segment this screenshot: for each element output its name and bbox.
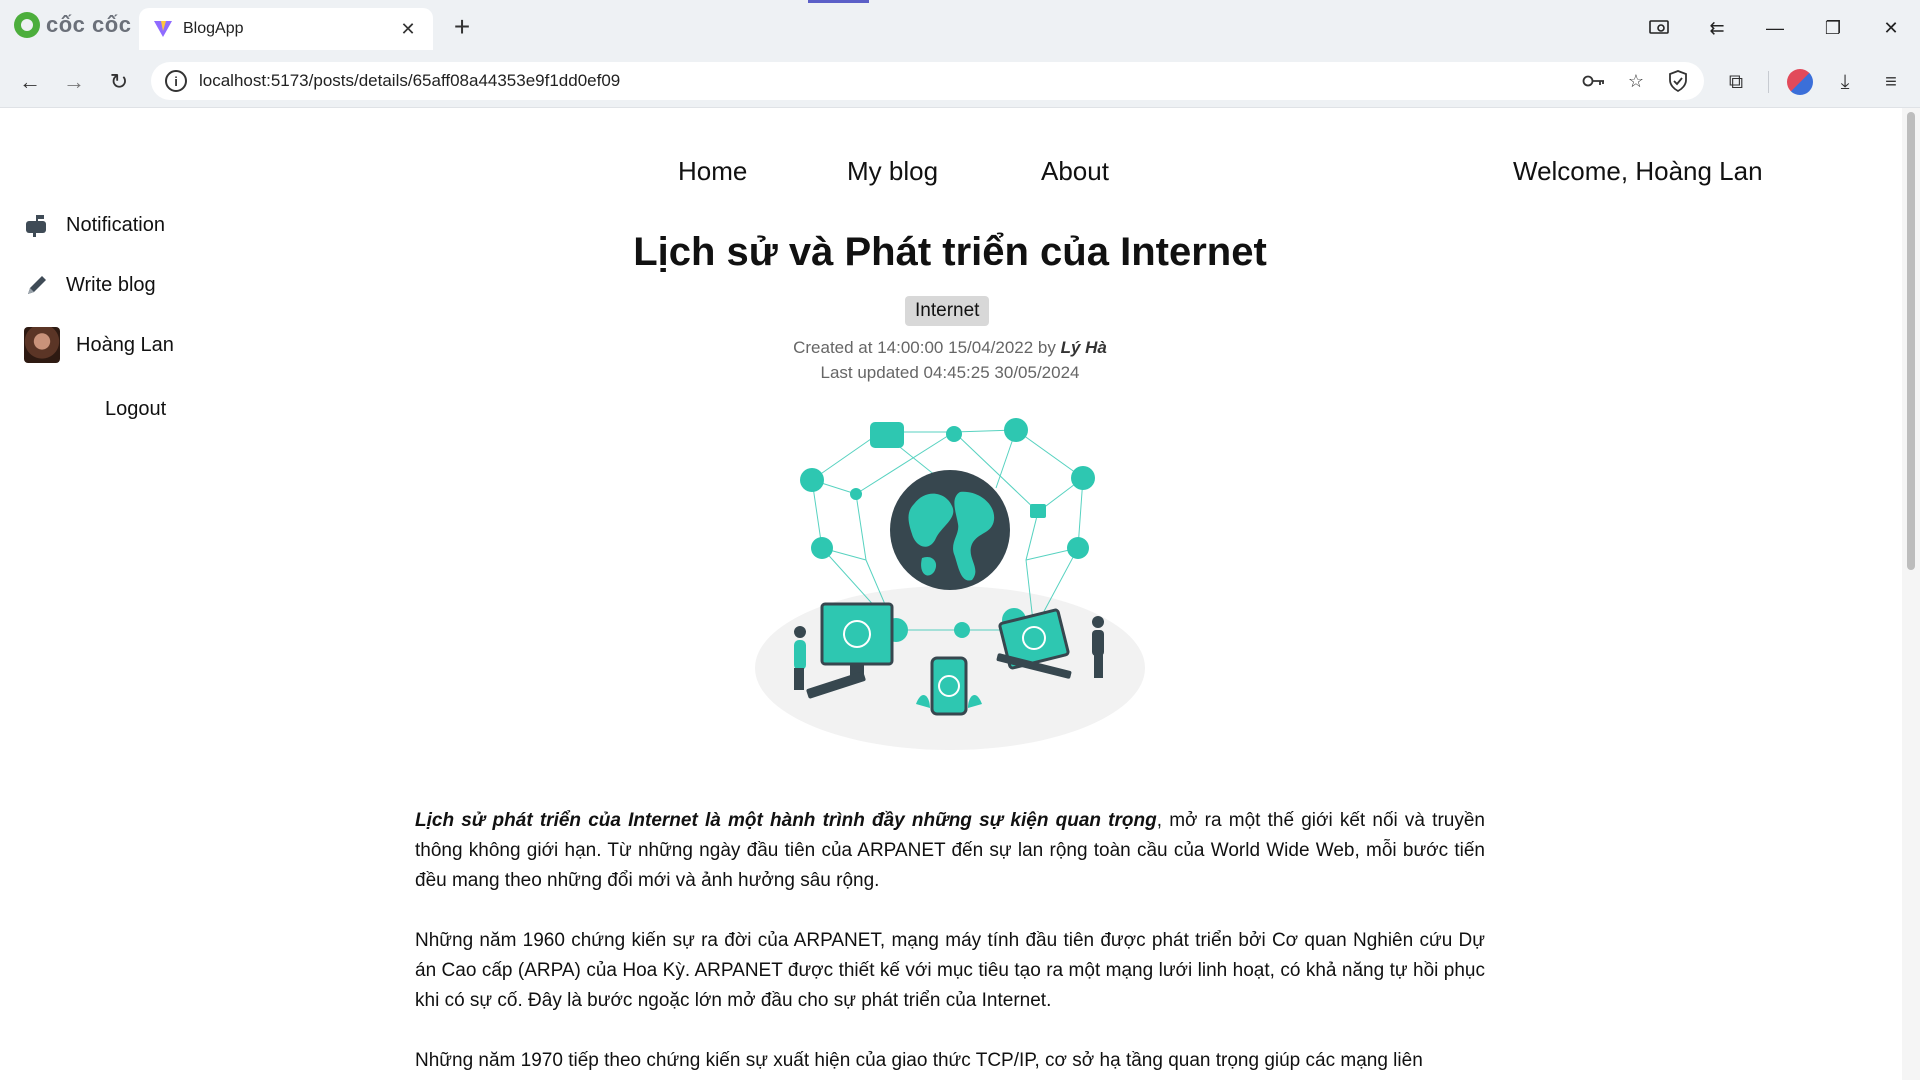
internet-globe-illustration <box>755 418 1145 750</box>
browser-brand[interactable]: cốc cốc <box>14 12 131 38</box>
new-tab-button[interactable]: + <box>448 12 476 42</box>
lead-text: Lịch sử phát triển của Internet là một h… <box>415 810 1157 831</box>
tab-close-icon[interactable]: ✕ <box>397 19 419 40</box>
nav-about[interactable]: About <box>1041 156 1109 187</box>
brand-name: cốc cốc <box>46 12 132 37</box>
back-arrow-icon[interactable]: ← <box>14 66 46 98</box>
browser-toolbar: ← → ↻ i localhost:5173/posts/details/65a… <box>0 56 1920 108</box>
minimize-button[interactable]: — <box>1746 0 1804 56</box>
extensions-puzzle-icon[interactable]: ⧉ <box>1722 71 1750 94</box>
window-accent <box>808 0 869 3</box>
post-paragraph: Những năm 1960 chứng kiến sự ra đời của … <box>415 930 1485 1011</box>
post-updated-meta: Last updated 04:45:25 30/05/2024 <box>820 363 1080 382</box>
maximize-button[interactable]: ❐ <box>1804 0 1862 56</box>
vite-favicon-icon <box>154 21 172 37</box>
url-text[interactable]: localhost:5173/posts/details/65aff08a443… <box>199 71 1582 91</box>
tab-title: BlogApp <box>183 20 244 37</box>
post-tag[interactable]: Internet <box>905 296 990 326</box>
address-bar[interactable]: i localhost:5173/posts/details/65aff08a4… <box>151 62 1704 100</box>
author-name[interactable]: Lý Hà <box>1061 338 1107 357</box>
page-scrollbar[interactable] <box>1902 108 1920 1080</box>
browser-titlebar: cốc cốc BlogApp ✕ + ⇇ — ❐ ✕ <box>0 0 1920 56</box>
close-window-button[interactable]: ✕ <box>1862 0 1920 56</box>
nav-home[interactable]: Home <box>678 156 747 187</box>
coccoc-logo-icon <box>14 12 40 38</box>
toolbar-separator <box>1768 71 1769 93</box>
scrollbar-thumb[interactable] <box>1907 112 1915 570</box>
reload-icon[interactable]: ↻ <box>103 66 135 98</box>
profile-avatar[interactable] <box>1787 69 1813 95</box>
download-icon[interactable]: ⤓ <box>1831 71 1859 94</box>
pencil-icon <box>24 272 50 298</box>
post-paragraph: Lịch sử phát triển của Internet là một h… <box>415 806 1485 896</box>
welcome-text: Welcome, Hoàng Lan <box>1513 156 1763 186</box>
nav-my-blog[interactable]: My blog <box>847 156 938 187</box>
shield-icon[interactable] <box>1666 70 1690 92</box>
tab-blogapp[interactable]: BlogApp ✕ <box>139 8 433 50</box>
bookmark-star-icon[interactable]: ☆ <box>1624 71 1648 92</box>
menu-icon[interactable]: ≡ <box>1877 71 1905 94</box>
top-navigation: Home My blog About Welcome, Hoàng Lan <box>0 156 1880 196</box>
post-content: Lịch sử phát triển của Internet là một h… <box>415 806 1485 1080</box>
password-key-icon[interactable] <box>1582 74 1606 88</box>
created-text: Created at 14:00:00 15/04/2022 by <box>793 338 1061 357</box>
screen-capture-icon[interactable] <box>1630 0 1688 56</box>
window-controls: ⇇ — ❐ ✕ <box>1630 0 1920 56</box>
page-viewport: Home My blog About Welcome, Hoàng Lan No… <box>0 108 1920 1080</box>
post-created-meta: Created at 14:00:00 15/04/2022 by Lý Hà <box>0 338 1900 358</box>
site-info-icon[interactable]: i <box>165 70 187 92</box>
sidebar-item-label: Write blog <box>66 273 156 296</box>
post-paragraph: Những năm 1970 tiếp theo chứng kiến sự x… <box>415 1050 1423 1071</box>
forward-arrow-icon[interactable]: → <box>58 66 90 98</box>
logout-button[interactable]: Logout <box>105 398 166 421</box>
tab-search-icon[interactable]: ⇇ <box>1688 0 1746 56</box>
post-title: Lịch sử và Phát triển của Internet <box>633 230 1267 274</box>
